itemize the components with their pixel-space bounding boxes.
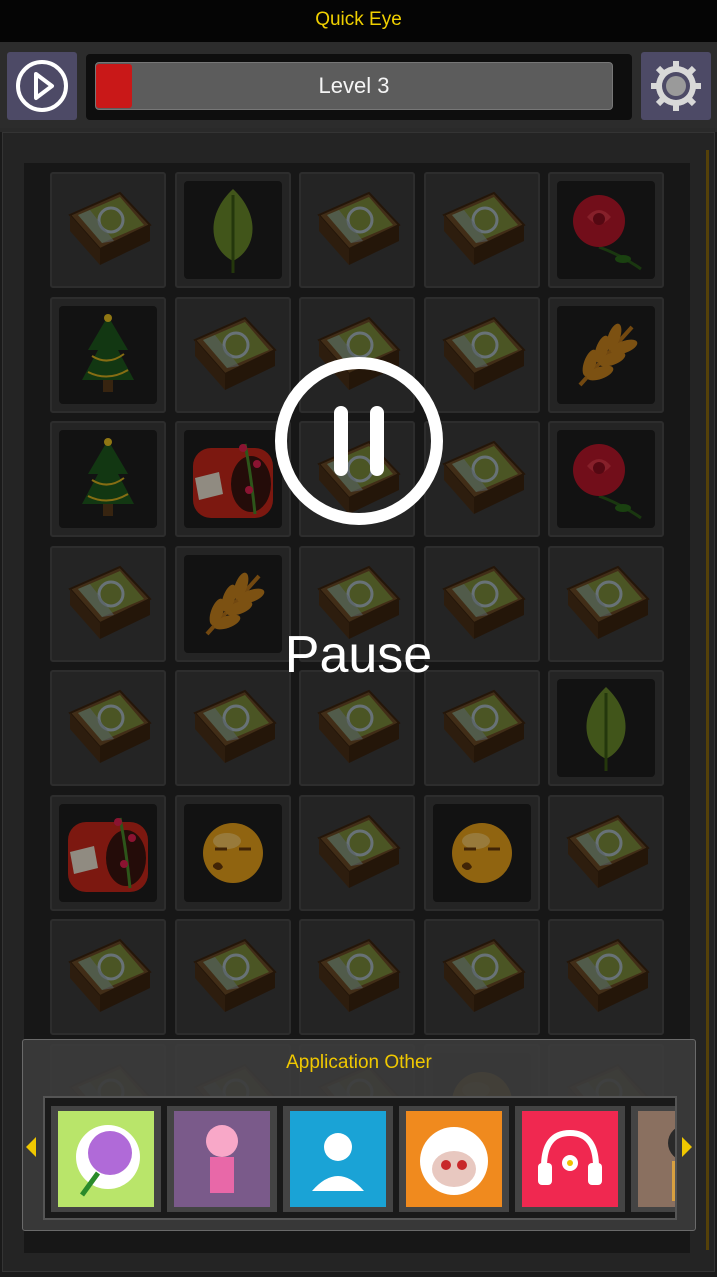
leaf-icon xyxy=(557,679,655,777)
anime-girl2-app-icon[interactable] xyxy=(631,1106,675,1212)
pause-label: Pause xyxy=(284,626,433,684)
level-label: Level 3 xyxy=(318,73,390,98)
ad-panel-title: Application Other xyxy=(286,1052,432,1073)
tile-book[interactable] xyxy=(424,919,540,1035)
tile-wheat[interactable] xyxy=(548,297,664,413)
book-icon xyxy=(557,804,655,902)
smiley-icon xyxy=(433,804,531,902)
settings-button[interactable] xyxy=(641,52,711,120)
rose-icon xyxy=(557,430,655,528)
tile-tree[interactable] xyxy=(50,421,166,537)
tile-book[interactable] xyxy=(50,919,166,1035)
book-icon xyxy=(184,928,282,1026)
tile-book[interactable] xyxy=(299,172,415,288)
tile-leaf[interactable] xyxy=(175,172,291,288)
rose-app-icon[interactable] xyxy=(51,1106,161,1212)
tile-rose[interactable] xyxy=(548,421,664,537)
ad-scroll-right-icon[interactable] xyxy=(682,1137,692,1157)
gift-icon xyxy=(184,430,282,528)
book-icon xyxy=(308,804,406,902)
sheep-app-icon[interactable] xyxy=(399,1106,509,1212)
tile-book[interactable] xyxy=(299,670,415,786)
tile-smiley[interactable] xyxy=(175,795,291,911)
tile-book[interactable] xyxy=(175,670,291,786)
anime-girl-app-icon[interactable] xyxy=(167,1106,277,1212)
app-title: Quick Eye xyxy=(0,0,717,42)
tile-leaf[interactable] xyxy=(548,670,664,786)
book-icon xyxy=(557,928,655,1026)
book-icon xyxy=(433,430,531,528)
gift-icon xyxy=(59,804,157,902)
tile-book[interactable] xyxy=(50,172,166,288)
tile-book[interactable] xyxy=(175,919,291,1035)
ad-strip xyxy=(43,1096,677,1220)
contact-app-icon[interactable] xyxy=(283,1106,393,1212)
book-icon xyxy=(184,306,282,404)
wheat-icon xyxy=(557,306,655,404)
tile-book[interactable] xyxy=(424,670,540,786)
tile-book[interactable] xyxy=(548,919,664,1035)
tile-tree[interactable] xyxy=(50,297,166,413)
music-headphones-app-icon[interactable] xyxy=(515,1106,625,1212)
tree-icon xyxy=(59,306,157,404)
rose-icon xyxy=(557,181,655,279)
gear-icon xyxy=(651,61,701,111)
tile-book[interactable] xyxy=(299,795,415,911)
play-button[interactable] xyxy=(7,52,77,120)
tile-book[interactable] xyxy=(50,670,166,786)
tile-smiley[interactable] xyxy=(424,795,540,911)
book-icon xyxy=(433,928,531,1026)
book-icon xyxy=(308,928,406,1026)
play-icon xyxy=(16,60,68,112)
book-icon xyxy=(184,679,282,777)
smiley-icon xyxy=(184,804,282,902)
tile-book[interactable] xyxy=(424,172,540,288)
book-icon xyxy=(308,181,406,279)
book-icon xyxy=(433,181,531,279)
pause-icon[interactable] xyxy=(274,356,444,526)
leaf-icon xyxy=(184,181,282,279)
tree-icon xyxy=(59,430,157,528)
book-icon xyxy=(433,306,531,404)
book-icon xyxy=(59,928,157,1026)
tile-book[interactable] xyxy=(299,919,415,1035)
ad-scroll-left-icon[interactable] xyxy=(26,1137,36,1157)
tile-rose[interactable] xyxy=(548,172,664,288)
tile-book[interactable] xyxy=(548,795,664,911)
board-scrollbar[interactable] xyxy=(706,150,709,1250)
tile-gift[interactable] xyxy=(50,795,166,911)
book-icon xyxy=(433,679,531,777)
book-icon xyxy=(59,679,157,777)
book-icon xyxy=(308,679,406,777)
book-icon xyxy=(59,181,157,279)
